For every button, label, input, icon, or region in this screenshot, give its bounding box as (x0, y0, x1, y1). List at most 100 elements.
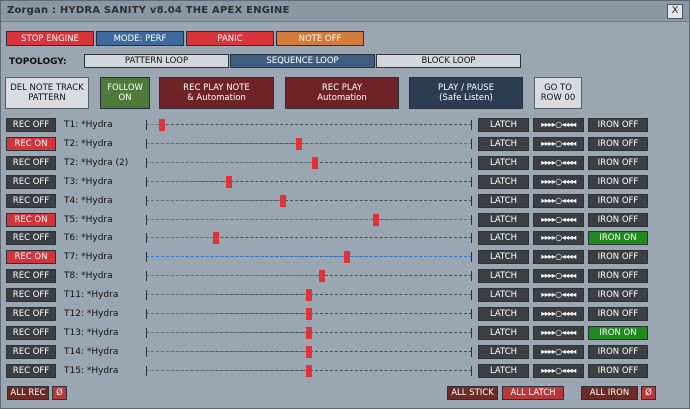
slider-handle[interactable] (296, 138, 302, 150)
track-level-slider[interactable] (146, 250, 472, 264)
rec-play-note-automation-button[interactable]: REC PLAY NOTE & Automation (159, 77, 274, 109)
all-stick-button[interactable]: ALL STICK (447, 386, 498, 400)
rec-toggle-button[interactable]: REC OFF (6, 288, 56, 302)
transport-arrows-button[interactable]: ▸▸▸▸○◂◂◂◂ (533, 269, 584, 283)
follow-button[interactable]: FOLLOW ON (100, 77, 150, 109)
rec-toggle-button[interactable]: REC OFF (6, 326, 56, 340)
track-level-slider[interactable] (146, 364, 472, 378)
latch-button[interactable]: LATCH (478, 156, 529, 170)
latch-button[interactable]: LATCH (478, 137, 529, 151)
latch-button[interactable]: LATCH (478, 250, 529, 264)
track-level-slider[interactable] (146, 269, 472, 283)
iron-toggle-button[interactable]: IRON OFF (588, 345, 648, 359)
all-rec-button[interactable]: ALL REC (7, 386, 49, 400)
mode-button[interactable]: MODE: PERF (96, 31, 184, 46)
latch-button[interactable]: LATCH (478, 194, 529, 208)
transport-arrows-button[interactable]: ▸▸▸▸○◂◂◂◂ (533, 231, 584, 245)
track-level-slider[interactable] (146, 175, 472, 189)
track-level-slider[interactable] (146, 326, 472, 340)
track-level-slider[interactable] (146, 156, 472, 170)
slider-handle[interactable] (159, 119, 165, 131)
rec-play-automation-button[interactable]: REC PLAY Automation (285, 77, 399, 109)
iron-toggle-button[interactable]: IRON OFF (588, 156, 648, 170)
rec-toggle-button[interactable]: REC OFF (6, 307, 56, 321)
rec-toggle-button[interactable]: REC ON (6, 137, 56, 151)
latch-button[interactable]: LATCH (478, 364, 529, 378)
latch-button[interactable]: LATCH (478, 213, 529, 227)
transport-arrows-button[interactable]: ▸▸▸▸○◂◂◂◂ (533, 194, 584, 208)
slider-handle[interactable] (226, 176, 232, 188)
iron-toggle-button[interactable]: IRON OFF (588, 269, 648, 283)
goto-row-button[interactable]: GO TO ROW 00 (534, 77, 582, 109)
iron-toggle-button[interactable]: IRON OFF (588, 194, 648, 208)
iron-toggle-button[interactable]: IRON ON (588, 231, 648, 245)
all-latch-button[interactable]: ALL LATCH (502, 386, 564, 400)
track-level-slider[interactable] (146, 288, 472, 302)
slider-handle[interactable] (312, 157, 318, 169)
slider-handle[interactable] (319, 270, 325, 282)
title-bar[interactable]: Zorgan : HYDRA SANITY v8.04 THE APEX ENG… (1, 1, 689, 22)
rec-toggle-button[interactable]: REC ON (6, 250, 56, 264)
rec-toggle-button[interactable]: REC OFF (6, 364, 56, 378)
transport-arrows-button[interactable]: ▸▸▸▸○◂◂◂◂ (533, 213, 584, 227)
slider-handle[interactable] (306, 365, 312, 377)
iron-toggle-button[interactable]: IRON OFF (588, 175, 648, 189)
transport-arrows-button[interactable]: ▸▸▸▸○◂◂◂◂ (533, 288, 584, 302)
transport-arrows-button[interactable]: ▸▸▸▸○◂◂◂◂ (533, 307, 584, 321)
latch-button[interactable]: LATCH (478, 118, 529, 132)
panic-button[interactable]: PANIC (186, 31, 274, 46)
transport-arrows-button[interactable]: ▸▸▸▸○◂◂◂◂ (533, 326, 584, 340)
rec-toggle-button[interactable]: REC OFF (6, 345, 56, 359)
track-level-slider[interactable] (146, 231, 472, 245)
slider-handle[interactable] (213, 232, 219, 244)
rec-toggle-button[interactable]: REC OFF (6, 175, 56, 189)
play-pause-button[interactable]: PLAY / PAUSE (Safe Listen) (409, 77, 523, 109)
slider-handle[interactable] (280, 195, 286, 207)
rec-toggle-button[interactable]: REC ON (6, 213, 56, 227)
rec-toggle-button[interactable]: REC OFF (6, 269, 56, 283)
all-iron-reset-button[interactable]: Ø (641, 386, 656, 400)
track-level-slider[interactable] (146, 194, 472, 208)
transport-arrows-button[interactable]: ▸▸▸▸○◂◂◂◂ (533, 118, 584, 132)
rec-toggle-button[interactable]: REC OFF (6, 194, 56, 208)
iron-toggle-button[interactable]: IRON OFF (588, 364, 648, 378)
slider-handle[interactable] (344, 251, 350, 263)
latch-button[interactable]: LATCH (478, 175, 529, 189)
rec-toggle-button[interactable]: REC OFF (6, 156, 56, 170)
slider-handle[interactable] (306, 289, 312, 301)
track-level-slider[interactable] (146, 345, 472, 359)
topology-pattern-loop[interactable]: PATTERN LOOP (84, 54, 229, 68)
transport-arrows-button[interactable]: ▸▸▸▸○◂◂◂◂ (533, 345, 584, 359)
all-iron-button[interactable]: ALL IRON (581, 386, 638, 400)
transport-arrows-button[interactable]: ▸▸▸▸○◂◂◂◂ (533, 175, 584, 189)
topology-sequence-loop[interactable]: SEQUENCE LOOP (230, 54, 375, 68)
iron-toggle-button[interactable]: IRON ON (588, 326, 648, 340)
track-level-slider[interactable] (146, 213, 472, 227)
latch-button[interactable]: LATCH (478, 345, 529, 359)
latch-button[interactable]: LATCH (478, 288, 529, 302)
slider-handle[interactable] (306, 346, 312, 358)
rec-toggle-button[interactable]: REC OFF (6, 118, 56, 132)
all-rec-reset-button[interactable]: Ø (52, 386, 67, 400)
transport-arrows-button[interactable]: ▸▸▸▸○◂◂◂◂ (533, 250, 584, 264)
stop-engine-button[interactable]: STOP ENGINE (6, 31, 94, 46)
close-button[interactable]: X (667, 4, 683, 19)
iron-toggle-button[interactable]: IRON OFF (588, 250, 648, 264)
transport-arrows-button[interactable]: ▸▸▸▸○◂◂◂◂ (533, 364, 584, 378)
latch-button[interactable]: LATCH (478, 307, 529, 321)
track-level-slider[interactable] (146, 118, 472, 132)
topology-block-loop[interactable]: BLOCK LOOP (376, 54, 521, 68)
note-off-button[interactable]: NOTE OFF (276, 31, 364, 46)
latch-button[interactable]: LATCH (478, 231, 529, 245)
rec-toggle-button[interactable]: REC OFF (6, 231, 56, 245)
iron-toggle-button[interactable]: IRON OFF (588, 307, 648, 321)
del-note-track-pattern-button[interactable]: DEL NOTE TRACK PATTERN (5, 77, 89, 109)
track-level-slider[interactable] (146, 137, 472, 151)
iron-toggle-button[interactable]: IRON OFF (588, 288, 648, 302)
slider-handle[interactable] (306, 327, 312, 339)
slider-handle[interactable] (306, 308, 312, 320)
transport-arrows-button[interactable]: ▸▸▸▸○◂◂◂◂ (533, 137, 584, 151)
latch-button[interactable]: LATCH (478, 326, 529, 340)
slider-handle[interactable] (373, 214, 379, 226)
latch-button[interactable]: LATCH (478, 269, 529, 283)
